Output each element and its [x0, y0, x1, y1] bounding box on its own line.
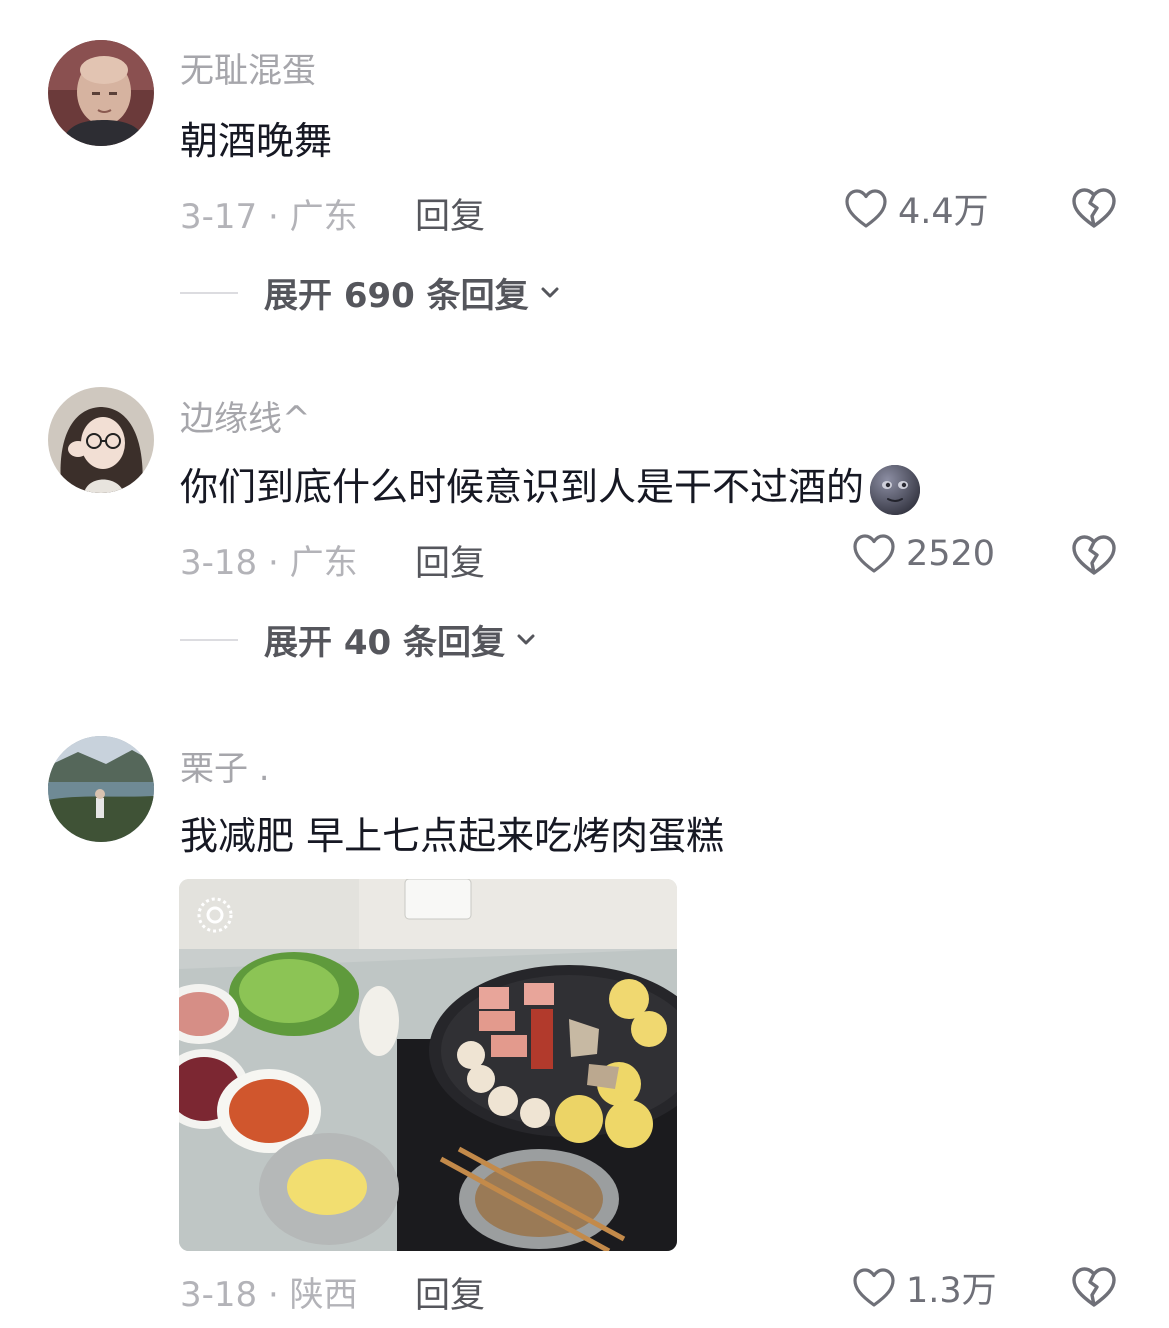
like-count: 2520: [906, 534, 996, 574]
chevron-down-icon: [513, 627, 539, 653]
heart-outline-icon: [842, 185, 890, 233]
divider: [180, 638, 238, 641]
like-button[interactable]: 4.4万: [842, 183, 989, 234]
expand-replies-label: 展开 690 条回复: [264, 276, 529, 316]
comment-meta: 3-17 · 广东: [180, 197, 358, 237]
chevron-down-icon: [537, 280, 563, 306]
expand-replies-label: 展开 40 条回复: [264, 623, 505, 663]
username[interactable]: 无耻混蛋: [180, 43, 316, 92]
username[interactable]: 边缘线^: [180, 391, 311, 440]
bbq-breakfast-photo[interactable]: [179, 879, 677, 1251]
comment-text-body: 你们到底什么时候意识到人是干不过酒的: [180, 465, 865, 509]
expand-replies-button[interactable]: 展开 40 条回复: [180, 615, 539, 664]
comment-meta: 3-18 · 陕西: [180, 1275, 358, 1315]
divider: [180, 291, 238, 294]
reply-button[interactable]: 回复: [415, 535, 485, 586]
like-count: 4.4万: [898, 192, 989, 232]
comment-meta: 3-18 · 广东: [180, 543, 358, 583]
broken-heart-icon[interactable]: [1069, 530, 1119, 580]
reply-button[interactable]: 回复: [415, 1267, 485, 1318]
heart-outline-icon: [850, 1264, 898, 1312]
like-button[interactable]: 2520: [850, 530, 995, 578]
new-moon-face-emoji: [870, 464, 921, 515]
comment-text: 朝酒晚舞: [180, 119, 333, 163]
heart-outline-icon: [850, 530, 898, 578]
broken-heart-icon[interactable]: [1069, 1262, 1119, 1312]
username[interactable]: 栗子 .: [180, 741, 270, 790]
expand-replies-button[interactable]: 展开 690 条回复: [180, 268, 563, 317]
avatar[interactable]: [48, 40, 154, 146]
avatar[interactable]: [48, 387, 154, 493]
comment-text: 我减肥 早上七点起来吃烤肉蛋糕: [180, 814, 725, 858]
reply-button[interactable]: 回复: [415, 188, 485, 239]
like-button[interactable]: 1.3万: [850, 1262, 997, 1313]
comment-text: 你们到底什么时候意识到人是干不过酒的: [180, 456, 922, 517]
avatar[interactable]: [48, 736, 154, 842]
like-count: 1.3万: [906, 1271, 997, 1311]
broken-heart-icon[interactable]: [1069, 183, 1119, 233]
